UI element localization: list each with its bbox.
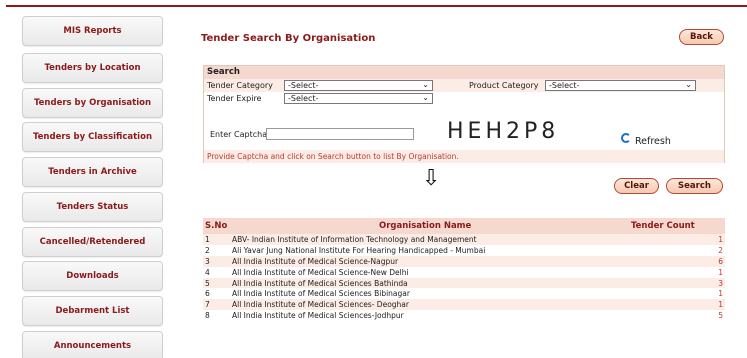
row-organisation-name: All India Institute of Medical Sciences-…	[232, 300, 409, 310]
sidebar-item-label: Downloads	[66, 271, 119, 281]
tender-category-select[interactable]: -Select- ⌄	[284, 80, 433, 91]
search-row-expire: Tender Expire -Select- ⌄	[204, 92, 724, 105]
product-category-value: -Select-	[549, 81, 580, 90]
row-tender-count-link[interactable]: 2	[718, 246, 723, 255]
table-row: 4 All India Institute of Medical Science…	[203, 266, 725, 278]
sidebar-item-mis-reports[interactable]: MIS Reports	[22, 16, 163, 46]
captcha-row: Enter Captcha HEH2P8 Refresh	[204, 119, 724, 149]
table-row: 3 All India Institute of Medical Science…	[203, 255, 725, 267]
sidebar-item-tenders-status[interactable]: Tenders Status	[22, 192, 163, 222]
row-organisation-name: Ali Yavar Jung National Institute For He…	[232, 245, 486, 255]
captcha-input[interactable]	[266, 128, 414, 140]
row-organisation-name: All India Institute of Medical Science-N…	[232, 267, 409, 277]
row-tender-count-link[interactable]: 5	[718, 311, 723, 320]
chevron-down-icon: ⌄	[422, 93, 429, 102]
row-organisation-name: All India Institute of Medical Sciences-…	[232, 311, 404, 321]
row-tender-count-link[interactable]: 6	[718, 257, 723, 266]
row-tender-count-link[interactable]: 1	[718, 300, 723, 309]
organisation-table: S.No Organisation Name Tender Count 1 AB…	[203, 218, 725, 322]
product-category-select[interactable]: -Select- ⌄	[545, 80, 696, 91]
refresh-icon[interactable]	[621, 133, 631, 143]
refresh-link[interactable]: Refresh	[635, 136, 671, 147]
row-organisation-name: All India Institute of Medical Sciences …	[232, 278, 408, 288]
row-sno: 7	[205, 300, 210, 310]
sidebar-item-label: Tenders Status	[56, 202, 129, 212]
sidebar-item-debarment-list[interactable]: Debarment List	[22, 296, 163, 326]
row-sno: 5	[205, 278, 210, 288]
table-row: 8 All India Institute of Medical Science…	[203, 310, 725, 322]
row-sno: 2	[205, 245, 210, 255]
table-row: 2 Ali Yavar Jung National Institute For …	[203, 244, 725, 256]
chevron-down-icon: ⌄	[685, 80, 692, 89]
tender-expire-label: Tender Expire	[207, 94, 262, 103]
product-category-label: Product Category	[469, 81, 539, 90]
row-organisation-name: ABV- Indian Institute of Information Tec…	[232, 235, 477, 244]
down-arrow-icon: ⇩	[422, 166, 441, 191]
captcha-label: Enter Captcha	[210, 130, 268, 139]
table-row: 5 All India Institute of Medical Science…	[203, 277, 725, 289]
sidebar-item-label: MIS Reports	[63, 26, 122, 36]
tender-expire-select[interactable]: -Select- ⌄	[284, 93, 433, 104]
row-sno: 8	[205, 311, 210, 321]
row-sno: 3	[205, 256, 210, 266]
row-sno: 6	[205, 289, 210, 299]
sidebar-item-tenders-by-location[interactable]: Tenders by Location	[22, 53, 163, 83]
tender-expire-value: -Select-	[288, 94, 319, 103]
table-row: 6 All India Institute of Medical Science…	[203, 288, 725, 300]
row-sno: 1	[205, 235, 210, 244]
sidebar-item-label: Cancelled/Retendered	[39, 237, 146, 247]
back-button[interactable]: Back	[679, 29, 724, 45]
sidebar-item-cancelled-retendered[interactable]: Cancelled/Retendered	[22, 227, 163, 257]
sidebar-item-announcements[interactable]: Announcements	[22, 331, 163, 358]
row-organisation-name: All India Institute of Medical Sciences …	[232, 289, 410, 299]
sidebar-item-tenders-by-classification[interactable]: Tenders by Classification	[22, 122, 163, 152]
sidebar-item-label: Tenders by Organisation	[34, 98, 151, 108]
sidebar-item-label: Tenders in Archive	[48, 167, 137, 177]
sidebar-item-downloads[interactable]: Downloads	[22, 261, 163, 291]
row-sno: 4	[205, 267, 210, 277]
page-title: Tender Search By Organisation	[201, 33, 376, 44]
search-row-categories: Tender Category -Select- ⌄ Product Categ…	[204, 79, 724, 92]
row-organisation-name: All India Institute of Medical Science-N…	[232, 256, 399, 266]
column-header-sno: S.No	[205, 221, 228, 231]
tender-category-value: -Select-	[288, 81, 319, 90]
search-heading: Search	[204, 66, 724, 79]
tender-category-label: Tender Category	[207, 81, 273, 90]
row-tender-count-link[interactable]: 1	[718, 268, 723, 277]
column-header-tender-count: Tender Count	[631, 221, 695, 231]
sidebar-item-label: Tenders by Classification	[33, 132, 152, 142]
column-header-organisation-name: Organisation Name	[379, 221, 472, 231]
sidebar-item-label: Debarment List	[55, 306, 130, 316]
search-hint: Provide Captcha and click on Search butt…	[204, 150, 724, 163]
sidebar-item-label: Announcements	[53, 341, 132, 351]
row-tender-count-link[interactable]: 1	[718, 235, 723, 244]
chevron-down-icon: ⌄	[422, 80, 429, 89]
sidebar-item-label: Tenders by Location	[44, 63, 141, 73]
captcha-image: HEH2P8	[447, 119, 560, 144]
table-row: 7 All India Institute of Medical Science…	[203, 299, 725, 311]
main-content: Tender Search By Organisation Back Searc…	[190, 0, 747, 358]
search-panel: Search Tender Category -Select- ⌄ Produc…	[203, 65, 725, 163]
sidebar-item-tenders-by-organisation[interactable]: Tenders by Organisation	[22, 88, 163, 118]
clear-button[interactable]: Clear	[614, 178, 659, 194]
row-tender-count-link[interactable]: 1	[718, 289, 723, 298]
search-button[interactable]: Search	[666, 178, 723, 194]
table-header: S.No Organisation Name Tender Count	[203, 218, 725, 234]
row-tender-count-link[interactable]: 3	[718, 279, 723, 288]
sidebar-item-tenders-in-archive[interactable]: Tenders in Archive	[22, 157, 163, 187]
table-row: 1 ABV- Indian Institute of Information T…	[203, 234, 725, 245]
